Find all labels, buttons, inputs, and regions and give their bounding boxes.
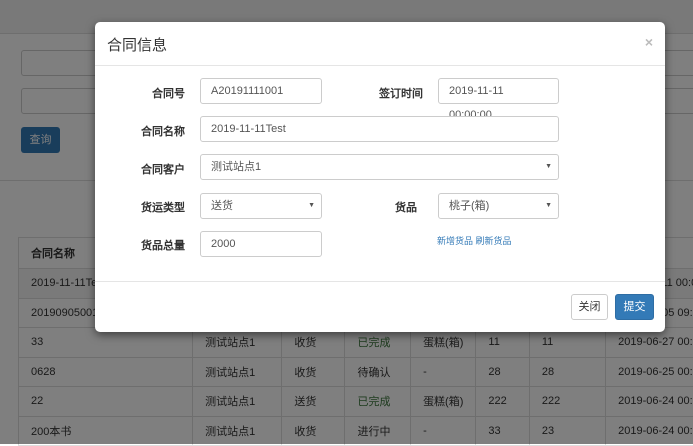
contract-name-input[interactable]: 2019-11-11Test (200, 116, 559, 142)
modal-footer-divider (95, 281, 665, 282)
goods-select[interactable]: 桃子(箱) ▼ (438, 193, 559, 219)
sign-time-input[interactable]: 2019-11-11 00:00:00 (438, 78, 559, 104)
close-button[interactable]: 关闭 (571, 294, 608, 320)
modal-header: 合同信息 × (95, 22, 665, 66)
goods-value: 桃子(箱) (449, 200, 489, 212)
contract-no-input[interactable]: A20191111001 (200, 78, 322, 104)
shipping-type-label: 货运类型 (95, 199, 185, 215)
goods-label: 货品 (327, 199, 417, 215)
chevron-down-icon: ▼ (545, 194, 552, 218)
customer-select[interactable]: 测试站点1 ▼ (200, 154, 559, 180)
sign-time-label: 签订时间 (333, 85, 423, 101)
customer-value: 测试站点1 (211, 161, 261, 173)
contract-no-label: 合同号 (95, 85, 185, 101)
contract-name-label: 合同名称 (95, 123, 185, 139)
modal-title: 合同信息 (107, 37, 167, 54)
shipping-type-value: 送货 (211, 200, 233, 212)
refresh-goods-link[interactable]: 刷新货品 (476, 236, 512, 246)
customer-label: 合同客户 (95, 161, 185, 177)
add-goods-link[interactable]: 新增货品 (437, 236, 473, 246)
contract-info-modal: 合同信息 × 合同号 A20191111001 签订时间 2019-11-11 … (95, 22, 665, 332)
chevron-down-icon: ▼ (545, 155, 552, 179)
submit-button[interactable]: 提交 (615, 294, 654, 320)
shipping-type-select[interactable]: 送货 ▼ (200, 193, 322, 219)
total-input[interactable]: 2000 (200, 231, 322, 257)
total-label: 货品总量 (95, 237, 185, 253)
chevron-down-icon: ▼ (308, 194, 315, 218)
close-icon[interactable]: × (645, 34, 653, 50)
